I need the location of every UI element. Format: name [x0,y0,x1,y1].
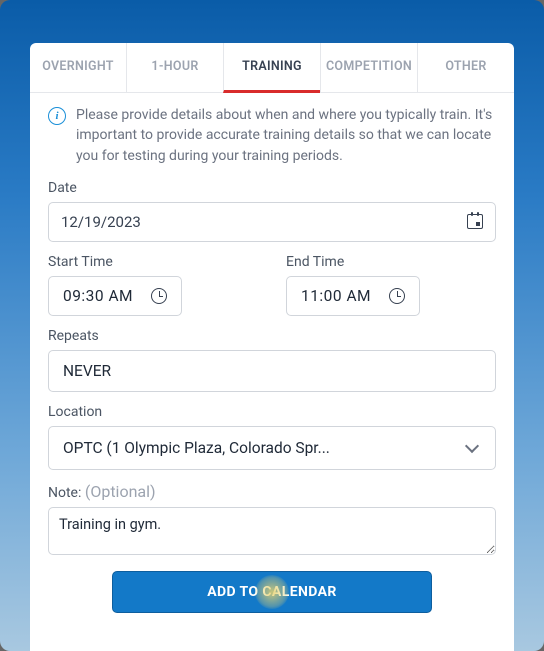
field-repeats: Repeats NEVER [48,328,496,392]
info-banner: i Please provide details about when and … [48,105,496,166]
tab-training[interactable]: TRAINING [223,43,320,93]
info-icon: i [48,107,66,125]
date-value: 12/19/2023 [61,213,141,231]
info-text: Please provide details about when and wh… [76,105,496,166]
field-date: Date 12/19/2023 [48,180,496,242]
note-optional-label: (Optional) [85,482,156,501]
end-time-label: End Time [286,254,496,270]
field-start-time: Start Time 09:30 AM [48,254,258,316]
field-note: Note: (Optional) [48,482,496,559]
clock-icon[interactable] [151,288,167,304]
repeats-value: NEVER [63,362,111,380]
date-label: Date [48,180,496,196]
field-end-time: End Time 11:00 AM [286,254,496,316]
tab-competition[interactable]: COMPETITION [320,43,417,92]
form-body: i Please provide details about when and … [30,93,514,651]
field-location: Location OPTC (1 Olympic Plaza, Colorado… [48,404,496,470]
add-button-label: ADD TO CALENDAR [207,584,337,600]
tab-overnight[interactable]: OVERNIGHT [30,43,126,92]
note-textarea[interactable] [48,507,496,555]
repeats-label: Repeats [48,328,496,344]
start-time-input[interactable]: 09:30 AM [48,276,182,316]
modal-backdrop: OVERNIGHT 1-HOUR TRAINING COMPETITION OT… [0,0,544,651]
end-time-value: 11:00 AM [301,287,371,305]
repeats-select[interactable]: NEVER [48,350,496,392]
chevron-down-icon [465,439,479,453]
date-input[interactable]: 12/19/2023 [48,202,496,242]
end-time-input[interactable]: 11:00 AM [286,276,420,316]
location-value: OPTC (1 Olympic Plaza, Colorado Spr... [63,439,330,457]
start-time-value: 09:30 AM [63,287,133,305]
tab-other[interactable]: OTHER [417,43,514,92]
add-to-calendar-button[interactable]: ADD TO CALENDAR [112,571,432,613]
tab-bar: OVERNIGHT 1-HOUR TRAINING COMPETITION OT… [30,43,514,93]
calendar-icon[interactable] [467,214,483,229]
location-label: Location [48,404,496,420]
start-time-label: Start Time [48,254,258,270]
note-label: Note: [48,485,85,501]
actions: ADD TO CALENDAR RESET FORM CLOSE [48,571,496,651]
modal-card: OVERNIGHT 1-HOUR TRAINING COMPETITION OT… [30,43,514,651]
tab-1-hour[interactable]: 1-HOUR [126,43,223,92]
clock-icon[interactable] [389,288,405,304]
location-select[interactable]: OPTC (1 Olympic Plaza, Colorado Spr... [48,426,496,470]
